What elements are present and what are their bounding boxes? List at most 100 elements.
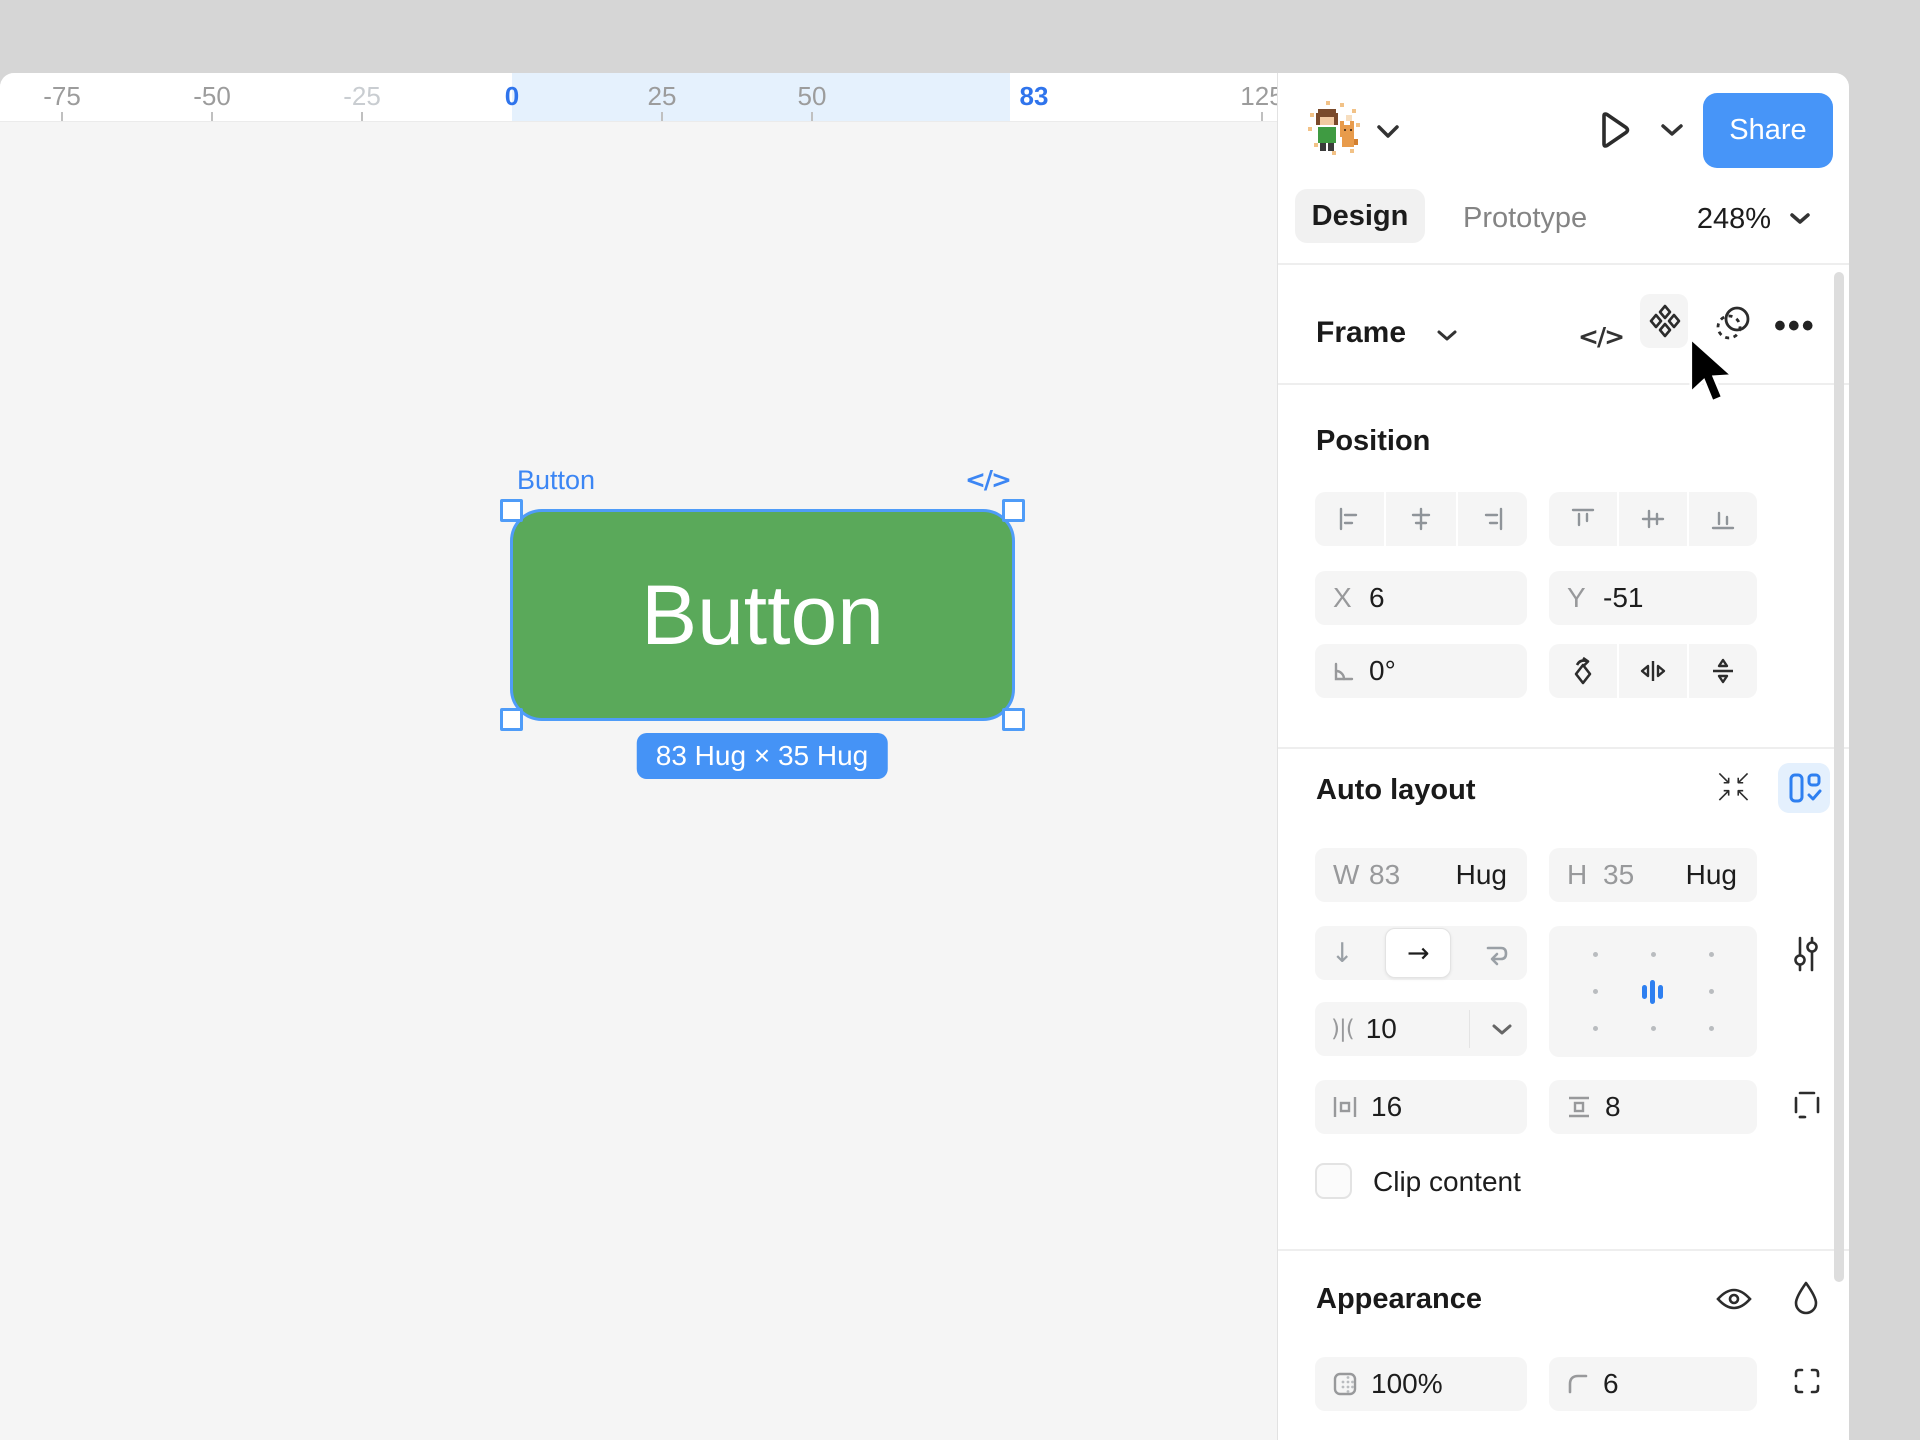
horizontal-padding-value: 16: [1371, 1091, 1402, 1123]
y-field-label: Y: [1567, 582, 1603, 614]
avatar-person: [1316, 109, 1338, 151]
ruler-tick: [661, 112, 663, 121]
align-h-center-button[interactable]: [1386, 492, 1455, 546]
width-sizing-mode[interactable]: Hug: [1456, 859, 1507, 891]
rotate-button[interactable]: [1549, 644, 1617, 698]
tab-prototype[interactable]: Prototype: [1463, 202, 1587, 235]
inspector-panel: Share Design Prototype 248% Frame </> ••…: [1277, 73, 1849, 1440]
direction-horizontal-button-selected[interactable]: →: [1385, 928, 1451, 978]
ruler-mark: 25: [648, 81, 677, 112]
auto-layout-section-title: Auto layout: [1316, 774, 1476, 807]
tab-design[interactable]: Design: [1295, 189, 1425, 243]
align-right-button[interactable]: [1458, 492, 1527, 546]
gap-options-chevron-icon[interactable]: [1491, 1023, 1513, 1037]
divider: [1278, 1249, 1849, 1251]
ruler-tick: [361, 112, 363, 121]
blend-droplet-icon[interactable]: [1792, 1279, 1820, 1315]
opacity-value: 100%: [1371, 1368, 1443, 1400]
opacity-icon: [1331, 1370, 1359, 1398]
ruler-tick: [211, 112, 213, 121]
horizontal-padding-icon: [1331, 1094, 1359, 1120]
appearance-section-title: Appearance: [1316, 1283, 1482, 1316]
right-arrow-icon: →: [1407, 938, 1430, 969]
zoom-menu-chevron-icon[interactable]: [1789, 212, 1811, 227]
share-button[interactable]: Share: [1703, 93, 1833, 168]
x-position-field[interactable]: X 6: [1315, 571, 1527, 625]
present-play-button[interactable]: [1596, 109, 1634, 151]
dev-mode-toggle-icon[interactable]: </>: [1578, 322, 1623, 351]
auto-layout-flow-icon: [1786, 771, 1822, 805]
ruler-mark: -50: [193, 81, 231, 112]
vertical-padding-field[interactable]: 8: [1549, 1080, 1757, 1134]
align-v-center-button[interactable]: [1619, 492, 1687, 546]
flip-horizontal-button[interactable]: [1619, 644, 1687, 698]
button-text: Button: [513, 512, 1012, 718]
individual-padding-icon[interactable]: [1792, 1089, 1822, 1121]
share-button-label: Share: [1729, 114, 1806, 147]
align-bottom-button[interactable]: [1689, 492, 1757, 546]
resize-handle-top-right[interactable]: [1002, 499, 1025, 522]
y-position-field[interactable]: Y -51: [1549, 571, 1757, 625]
visibility-eye-icon[interactable]: [1715, 1285, 1753, 1313]
resize-handle-bottom-right[interactable]: [1002, 708, 1025, 731]
design-canvas[interactable]: -75 -50 -25 0 25 50 83 125 Button </> Bu…: [0, 73, 1277, 1440]
height-sizing-mode[interactable]: Hug: [1686, 859, 1737, 891]
present-options-chevron-icon[interactable]: [1660, 123, 1684, 139]
user-avatar[interactable]: [1308, 101, 1362, 157]
y-field-value: -51: [1603, 582, 1643, 614]
selected-button-frame[interactable]: Button </> Button: [510, 509, 1015, 721]
height-value: 35: [1603, 859, 1634, 891]
opacity-field[interactable]: 100%: [1315, 1357, 1527, 1411]
horizontal-padding-field[interactable]: 16: [1315, 1080, 1527, 1134]
avatar-menu-chevron-icon[interactable]: [1375, 123, 1401, 141]
flip-vertical-button[interactable]: [1689, 644, 1757, 698]
panel-scrollbar[interactable]: [1834, 272, 1844, 1282]
zoom-level[interactable]: 248%: [1697, 203, 1771, 236]
ruler-selection-highlight: [512, 73, 1010, 121]
frame-selector-chevron-icon[interactable]: [1436, 329, 1458, 344]
corner-radius-field[interactable]: 6: [1549, 1357, 1757, 1411]
transform-group: [1549, 644, 1757, 698]
resize-handle-top-left[interactable]: [500, 499, 523, 522]
clip-content-checkbox[interactable]: [1315, 1163, 1352, 1199]
divider: [1278, 383, 1849, 385]
frame-type-selector[interactable]: Frame: [1316, 316, 1406, 350]
advanced-layout-settings-icon[interactable]: [1791, 935, 1821, 973]
corner-radius-value: 6: [1603, 1368, 1619, 1400]
direction-wrap-button[interactable]: [1483, 939, 1511, 967]
angle-icon: [1331, 658, 1357, 684]
alignment-grid[interactable]: [1549, 926, 1757, 1057]
x-field-label: X: [1333, 582, 1369, 614]
auto-layout-active-toggle[interactable]: [1778, 763, 1830, 813]
dev-mode-icon[interactable]: </>: [965, 465, 1010, 494]
ruler-mark: -25: [343, 81, 381, 112]
field-separator: [1469, 1010, 1470, 1048]
gap-value: 10: [1366, 1013, 1397, 1045]
divider: [1278, 747, 1849, 749]
align-left-button[interactable]: [1315, 492, 1384, 546]
vertical-padding-value: 8: [1605, 1091, 1621, 1123]
vertical-padding-icon: [1565, 1094, 1593, 1120]
ruler-mark: 0: [505, 81, 519, 112]
rotation-field[interactable]: 0°: [1315, 644, 1527, 698]
height-field[interactable]: H 35 Hug: [1549, 848, 1757, 902]
remove-auto-layout-icon[interactable]: ↘↙ ↗↖: [1716, 770, 1754, 804]
more-options-icon[interactable]: •••: [1774, 307, 1816, 346]
width-field[interactable]: W 83 Hug: [1315, 848, 1527, 902]
create-component-icon[interactable]: [1648, 303, 1682, 339]
figma-window: -75 -50 -25 0 25 50 83 125 Button </> Bu…: [0, 0, 1920, 1440]
size-badge: 83 Hug × 35 Hug: [637, 733, 888, 779]
direction-vertical-button[interactable]: ↓: [1331, 938, 1354, 969]
shrink-arrows-bottom: ↗↖: [1716, 787, 1754, 804]
gap-field[interactable]: )|( 10: [1315, 1002, 1527, 1056]
resize-handle-bottom-left[interactable]: [500, 708, 523, 731]
horizontal-align-group: [1315, 492, 1527, 546]
individual-corners-icon[interactable]: [1792, 1366, 1822, 1396]
ruler-mark: 50: [798, 81, 827, 112]
corner-radius-icon: [1565, 1371, 1591, 1397]
layer-name-label[interactable]: Button: [517, 465, 595, 496]
clip-content-label[interactable]: Clip content: [1373, 1166, 1521, 1198]
ruler-tick: [61, 112, 63, 121]
align-top-button[interactable]: [1549, 492, 1617, 546]
ruler-mark: -75: [43, 81, 81, 112]
